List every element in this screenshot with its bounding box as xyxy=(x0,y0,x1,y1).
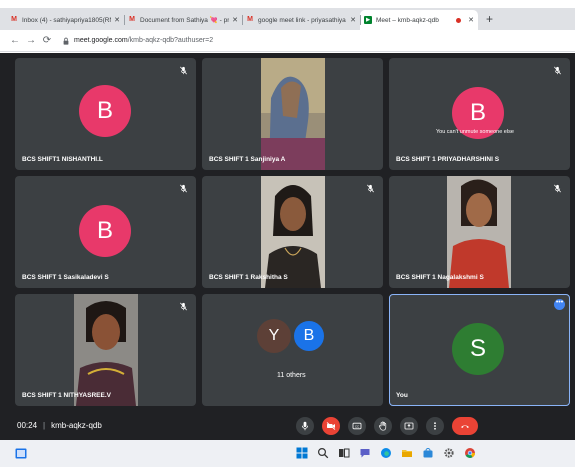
browser-tab-inbox[interactable]: M Inbox (4) - sathiyapriya1805(RNr ✕ xyxy=(6,10,124,30)
url-path: /kmb-aqkz-qdb?authuser=2 xyxy=(127,37,214,44)
new-tab-button[interactable]: + xyxy=(486,12,493,26)
os-taskbar xyxy=(0,440,575,467)
meet-control-bar: 00:24 | kmb-aqkz-qdb CC xyxy=(0,410,575,440)
participant-name: BCS SHIFT 1 PRIYADHARSHINI S xyxy=(396,156,500,163)
participant-name: BCS SHIFT 1 Sanjiniya A xyxy=(209,156,286,163)
recording-indicator-icon xyxy=(456,17,462,23)
participant-tile[interactable]: BCS SHIFT 1 Nagalakshmi S xyxy=(389,176,570,288)
meeting-info: 00:24 | kmb-aqkz-qdb xyxy=(17,421,102,430)
tab-close-icon[interactable]: ✕ xyxy=(468,16,474,24)
tab-close-icon[interactable]: ✕ xyxy=(232,16,238,24)
participant-tile[interactable]: B BCS SHIFT1 NISHANTHI.L xyxy=(15,58,196,170)
chrome-icon[interactable] xyxy=(464,447,476,459)
svg-text:CC: CC xyxy=(355,424,360,428)
mic-off-icon xyxy=(554,184,561,193)
avatar: Y xyxy=(257,319,291,353)
browser-tab-meet-link[interactable]: M google meet link - priyasathiya ✕ xyxy=(242,10,360,30)
search-icon[interactable] xyxy=(317,447,329,459)
meeting-code: kmb-aqkz-qdb xyxy=(51,420,102,430)
tab-title: Document from Sathiya 💘 - priy xyxy=(140,17,230,24)
gmail-icon: M xyxy=(247,16,253,23)
browser-tab-document[interactable]: M Document from Sathiya 💘 - priy ✕ xyxy=(124,10,242,30)
others-count-label: 11 others xyxy=(277,372,306,379)
settings-gear-icon[interactable] xyxy=(443,447,455,459)
participant-name: BCS SHIFT 1 Sasikaladevi S xyxy=(22,274,109,281)
more-vert-icon xyxy=(434,422,436,430)
more-options-button[interactable] xyxy=(426,417,444,435)
hand-icon xyxy=(379,421,387,431)
captions-button[interactable]: CC xyxy=(348,417,366,435)
video-feed xyxy=(74,294,138,406)
camera-button[interactable] xyxy=(322,417,340,435)
address-bar[interactable]: meet.google.com/kmb-aqkz-qdb?authuser=2 xyxy=(62,33,213,49)
captions-icon: CC xyxy=(352,422,362,430)
taskbar-apps xyxy=(296,447,485,459)
others-tile[interactable]: Y B 11 others xyxy=(202,294,383,406)
edge-browser-icon[interactable] xyxy=(380,447,392,459)
camera-off-icon xyxy=(326,422,336,430)
avatar: B xyxy=(79,205,131,257)
participant-name: BCS SHIFT 1 NITHYASREE.V xyxy=(22,392,111,399)
video-feed xyxy=(261,176,325,288)
meet-stage: B BCS SHIFT1 NISHANTHI.L BCS SHIFT 1 San… xyxy=(0,53,575,440)
tab-close-icon[interactable]: ✕ xyxy=(350,16,356,24)
avatar: B xyxy=(292,319,326,353)
participant-name: You xyxy=(396,392,408,399)
mic-off-icon xyxy=(180,66,187,75)
file-explorer-icon[interactable] xyxy=(401,447,413,459)
widgets-icon[interactable] xyxy=(15,448,27,459)
chat-icon[interactable] xyxy=(359,447,371,459)
store-icon[interactable] xyxy=(422,447,434,459)
divider: | xyxy=(43,420,46,430)
tab-title: Inbox (4) - sathiyapriya1805(RNr xyxy=(22,16,112,24)
present-screen-icon xyxy=(404,422,414,430)
more-options-icon[interactable]: ••• xyxy=(554,299,565,310)
browser-tab-meet[interactable]: ▶ Meet – kmb-aqkz-qdb ✕ xyxy=(360,10,478,30)
url-host: meet.google.com xyxy=(74,37,128,44)
gmail-icon: M xyxy=(129,16,135,23)
browser-tab-bar: M Inbox (4) - sathiyapriya1805(RNr ✕ M D… xyxy=(0,8,575,30)
mic-off-icon xyxy=(180,302,187,311)
avatar: S xyxy=(452,323,504,375)
hang-up-icon xyxy=(461,425,469,428)
video-feed xyxy=(261,58,325,170)
participant-name: BCS SHIFT1 NISHANTHI.L xyxy=(22,156,103,163)
mic-off-icon xyxy=(367,184,374,193)
participant-tile[interactable]: BCS SHIFT 1 Sanjiniya A xyxy=(202,58,383,170)
video-feed xyxy=(447,176,511,288)
tab-close-icon[interactable]: ✕ xyxy=(114,16,120,24)
avatar: B xyxy=(79,85,131,137)
mic-off-icon xyxy=(180,184,187,193)
gmail-icon: M xyxy=(11,16,17,23)
reload-icon[interactable]: ⟳ xyxy=(40,35,54,46)
leave-call-button[interactable] xyxy=(452,417,478,435)
participant-tile[interactable]: B BCS SHIFT 1 Sasikaladevi S xyxy=(15,176,196,288)
task-view-icon[interactable] xyxy=(338,447,350,459)
meeting-time: 00:24 xyxy=(17,420,38,430)
participant-name: BCS SHIFT 1 Rakshitha S xyxy=(209,274,288,281)
participant-tile[interactable]: BCS SHIFT 1 NITHYASREE.V xyxy=(15,294,196,406)
participant-tile[interactable]: BCS SHIFT 1 Rakshitha S xyxy=(202,176,383,288)
self-tile[interactable]: ••• S You xyxy=(389,294,570,406)
windows-start-icon[interactable] xyxy=(296,447,308,459)
mic-icon xyxy=(302,421,308,431)
meet-icon: ▶ xyxy=(364,16,372,24)
browser-toolbar: ← → ⟳ meet.google.com/kmb-aqkz-qdb?authu… xyxy=(0,30,575,52)
back-arrow-icon[interactable]: ← xyxy=(8,35,22,46)
raise-hand-button[interactable] xyxy=(374,417,392,435)
tab-title: Meet – kmb-aqkz-qdb xyxy=(376,16,439,24)
present-button[interactable] xyxy=(400,417,418,435)
participant-name: BCS SHIFT 1 Nagalakshmi S xyxy=(396,274,484,281)
call-controls: CC xyxy=(296,417,486,435)
mic-button[interactable] xyxy=(296,417,314,435)
tab-title: google meet link - priyasathiya xyxy=(258,16,346,24)
participant-tile[interactable]: B You can't unmute someone else BCS SHIF… xyxy=(389,58,570,170)
forward-arrow-icon[interactable]: → xyxy=(24,35,38,46)
mic-off-icon xyxy=(554,66,561,75)
unmute-tooltip: You can't unmute someone else xyxy=(436,129,514,135)
lock-icon xyxy=(63,37,69,45)
